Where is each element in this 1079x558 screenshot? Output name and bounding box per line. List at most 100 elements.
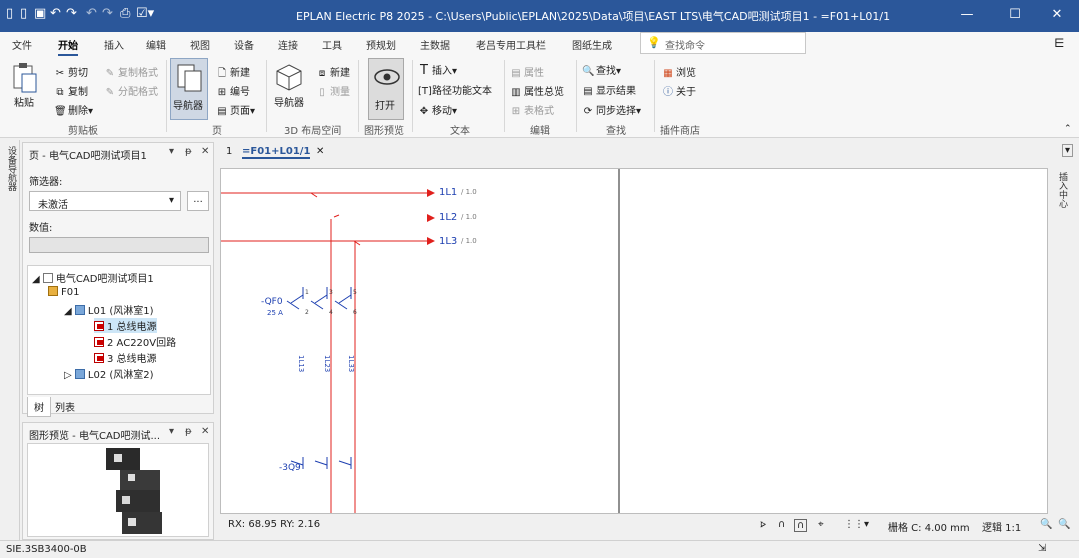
panel-dropdown-icon[interactable]: ▾: [169, 426, 174, 437]
magnet-icon[interactable]: ∩: [778, 519, 785, 530]
find-button[interactable]: 🔍 查找▾: [582, 62, 621, 77]
sync-icon: ⟳: [583, 106, 593, 117]
tab-edit[interactable]: 编辑: [146, 37, 166, 52]
sync-select-button[interactable]: ⟳ 同步选择▾: [582, 102, 641, 117]
redo-icon[interactable]: ↷: [66, 6, 77, 21]
tab-list[interactable]: 列表: [49, 397, 81, 416]
show-results-button[interactable]: ▤ 显示结果: [582, 82, 636, 97]
panel-header: 图形预览 - 电气CAD吧测试... ▾ ᵽ ✕: [23, 423, 213, 443]
doc-tabs-dropdown-icon[interactable]: ▾: [1062, 144, 1074, 157]
panel-header: 页 - 电气CAD吧测试项目1 ▾ ᵽ ✕: [23, 143, 213, 163]
magnifier-icon: 🔍: [582, 66, 595, 77]
schematic-canvas[interactable]: 1L1 / 1.0 1L2 / 1.0 1L3 / 1.0 -QF0 25 A …: [220, 168, 1048, 514]
tab-master-data[interactable]: 主数据: [420, 37, 450, 52]
undo-icon[interactable]: ↶: [50, 6, 61, 21]
tab-home[interactable]: 开始: [58, 37, 78, 56]
tab-tree[interactable]: 树: [27, 397, 51, 417]
page-number-button[interactable]: ⊞ 编号: [216, 83, 250, 98]
new-icon[interactable]: ▯: [6, 6, 13, 21]
print-icon[interactable]: ⎙: [120, 6, 130, 21]
paste-button[interactable]: 粘贴: [14, 94, 34, 109]
tree-node-page-2[interactable]: 2 AC220V回路: [94, 334, 176, 349]
project-icon: [42, 273, 53, 283]
text-group-label: 文本: [450, 126, 470, 137]
tree-node-page-3[interactable]: 3 总线电源: [94, 350, 157, 365]
tab-custom-toolbar[interactable]: 老吕专用工具栏: [476, 37, 546, 52]
command-search-input[interactable]: 💡 查找命令: [640, 32, 806, 54]
doc-tab-close-icon[interactable]: ✕: [316, 146, 324, 157]
tab-preplanning[interactable]: 预规划: [366, 37, 396, 52]
paste-icon[interactable]: [10, 62, 42, 94]
zoom-out-icon[interactable]: 🔍: [1058, 519, 1070, 530]
zoom-in-icon[interactable]: 🔍: [1040, 519, 1052, 530]
tab-view[interactable]: 视图: [190, 37, 210, 52]
ribbon-options-icon[interactable]: ⋿: [1054, 36, 1064, 50]
collapse-ribbon-icon[interactable]: ⌃: [1064, 124, 1072, 134]
close-button[interactable]: ✕: [1042, 4, 1072, 26]
page-tree: ◢ 电气CAD吧测试项目1 F01 ◢ L01 (风淋室1) 1 总线电源 2 …: [27, 265, 211, 395]
doc-tab-active[interactable]: =F01+L01/1: [242, 146, 311, 159]
page-navigator-panel: 页 - 电气CAD吧测试项目1 ▾ ᵽ ✕ 筛选器: 未激活 ▾ ... 数值:…: [22, 142, 214, 417]
expand-icon[interactable]: ▷: [64, 370, 72, 381]
location-icon: [74, 305, 85, 315]
3d-new-button[interactable]: ⧈ 新建: [316, 64, 350, 79]
new-3d-icon: ⧈: [318, 68, 326, 79]
page-new-button[interactable]: 🗋 新建: [216, 64, 250, 83]
delete-button[interactable]: 🗑删除▾: [54, 102, 93, 117]
text-insert-button[interactable]: T 插入▾: [418, 62, 457, 78]
status-options-icon[interactable]: ⇲: [1038, 543, 1046, 554]
format-brush-icon: ✎: [105, 68, 115, 79]
open-icon[interactable]: ▯: [20, 6, 27, 21]
store-about-button[interactable]: ⓘ 关于: [662, 83, 696, 98]
scissors-icon: ✂: [55, 68, 65, 79]
pin-icon[interactable]: ᵽ: [185, 426, 192, 437]
filter-more-button[interactable]: ...: [187, 191, 209, 211]
customize-dropdown-icon[interactable]: ☑▾: [136, 6, 154, 21]
minimize-button[interactable]: —: [952, 4, 982, 26]
collapse-icon[interactable]: ◢: [32, 274, 40, 285]
crosshair-icon[interactable]: ⌖: [818, 519, 824, 530]
panel-title: 图形预览 - 电气CAD吧测试...: [29, 431, 161, 442]
properties-overview-button[interactable]: ▥ 属性总览: [510, 83, 564, 98]
grid-dots-icon[interactable]: ⋮⋮▾: [844, 519, 869, 530]
tree-node-project[interactable]: ◢ 电气CAD吧测试项目1: [32, 270, 154, 285]
tree-node-f01[interactable]: F01: [48, 286, 79, 298]
pin-icon[interactable]: ᵽ: [185, 146, 192, 157]
tab-drawing-generation[interactable]: 图纸生成: [572, 37, 612, 52]
save-icon[interactable]: ▣: [34, 6, 46, 21]
tree-node-l01[interactable]: ◢ L01 (风淋室1): [64, 302, 154, 317]
panel-close-icon[interactable]: ✕: [201, 426, 209, 437]
tree-node-page-1[interactable]: 1 总线电源: [94, 318, 157, 333]
collapse-icon[interactable]: ◢: [64, 306, 72, 317]
doc-tab-index: 1: [226, 146, 233, 157]
cut-button[interactable]: ✂ 剪切: [54, 64, 88, 79]
move-icon: ✥: [419, 106, 429, 117]
path-function-text-button[interactable]: [T]路径功能文本: [418, 82, 492, 97]
tab-connect[interactable]: 连接: [278, 37, 298, 52]
tab-device[interactable]: 设备: [234, 37, 254, 52]
cube-icon[interactable]: [274, 62, 306, 94]
coordinate-bar: RX: 68.95 RY: 2.16 ⦠ ∩ ∩ ⌖ ⋮⋮▾ 栅格 C: 4.0…: [220, 515, 1076, 535]
panel-dropdown-icon[interactable]: ▾: [169, 146, 174, 157]
page-open-button[interactable]: ▤ 页面▾: [216, 102, 255, 117]
store-browse-button[interactable]: ▦ 浏览: [662, 64, 696, 79]
window-title: EPLAN Electric P8 2025 - C:\Users\Public…: [296, 10, 891, 23]
device-navigator-tab[interactable]: 设备导航器: [5, 146, 18, 191]
copy-button[interactable]: ⧉ 复制: [54, 83, 88, 98]
filter-select[interactable]: 未激活 ▾: [29, 191, 181, 211]
panel-close-icon[interactable]: ✕: [201, 146, 209, 157]
text-move-button[interactable]: ✥ 移动▾: [418, 102, 457, 117]
wire-label-1l23: 1L23: [323, 355, 331, 373]
tree-node-l02[interactable]: ▷ L02 (风淋室2): [64, 366, 154, 381]
page-navigator-button[interactable]: 导航器: [170, 58, 208, 120]
tab-insert[interactable]: 插入: [104, 37, 124, 52]
insert-center-tab[interactable]: 插入中心: [1056, 172, 1069, 208]
snap-grid-icon[interactable]: ∩: [794, 519, 808, 532]
snap-line-icon[interactable]: ⦠: [760, 519, 766, 530]
tab-tools[interactable]: 工具: [322, 37, 342, 52]
preview-open-button[interactable]: 打开: [368, 58, 404, 120]
3d-navigator-button[interactable]: 导航器: [274, 94, 304, 109]
status-part-number: SIE.3SB3400-0B: [6, 544, 87, 555]
maximize-button[interactable]: ☐: [1000, 4, 1030, 26]
tab-file[interactable]: 文件: [12, 37, 32, 52]
